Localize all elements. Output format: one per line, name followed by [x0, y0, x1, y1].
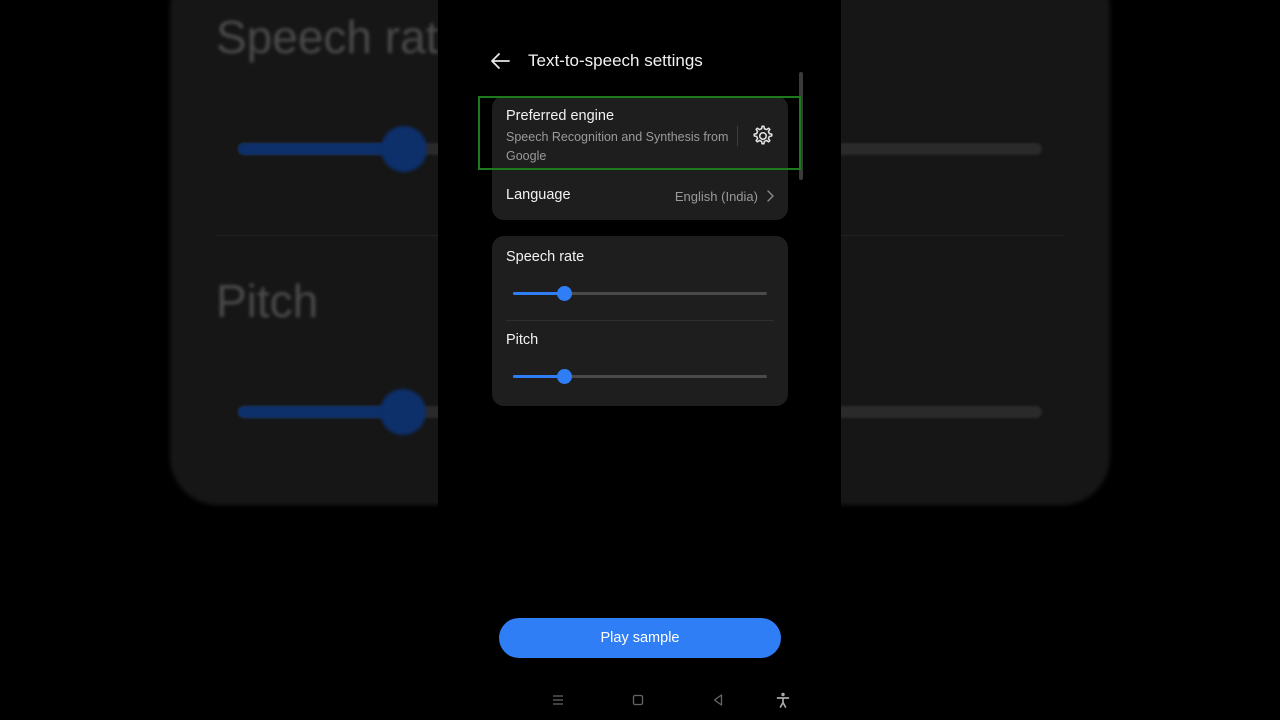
engine-settings-button[interactable]	[750, 123, 776, 149]
scroll-indicator	[799, 72, 803, 180]
arrow-left-icon	[491, 53, 510, 69]
speech-rate-knob[interactable]	[557, 286, 572, 301]
background-speech-rate-title: Speech rat	[216, 11, 439, 63]
home-square-icon	[632, 694, 644, 706]
speech-rate-label: Speech rate	[506, 249, 585, 265]
recent-apps-button[interactable]	[548, 690, 568, 710]
accessibility-icon	[776, 692, 790, 708]
back-triangle-icon	[713, 694, 723, 706]
card-divider	[506, 320, 774, 321]
phone-screen: Text-to-speech settings Preferred engine…	[438, 0, 841, 720]
background-speech-rate-knob	[381, 126, 427, 172]
home-button[interactable]	[628, 690, 648, 710]
preferred-engine-title: Preferred engine	[506, 108, 615, 124]
gear-icon	[753, 125, 773, 145]
header: Text-to-speech settings	[438, 40, 841, 82]
background-pitch-title: Pitch	[216, 275, 319, 327]
pitch-label: Pitch	[506, 332, 539, 348]
background-speech-rate-fill	[238, 143, 404, 155]
preferred-engine-subtitle: Speech Recognition and Synthesis from Go…	[506, 130, 729, 163]
background-pitch-knob	[380, 389, 426, 435]
chevron-right-icon	[767, 190, 774, 202]
back-nav-button[interactable]	[708, 690, 728, 710]
sliders-card: Speech rate Pitch	[492, 236, 788, 406]
menu-icon	[553, 695, 563, 705]
language-row[interactable]: Language English (India)	[492, 178, 788, 214]
vertical-separator	[737, 126, 738, 146]
pitch-slider[interactable]	[513, 369, 767, 385]
background-pitch-fill	[238, 406, 402, 418]
play-sample-button[interactable]: Play sample	[499, 618, 781, 658]
system-navigation-bar	[438, 688, 841, 712]
speech-rate-slider[interactable]	[513, 286, 767, 302]
engine-language-card: Preferred engine Speech Recognition and …	[492, 96, 788, 220]
language-label: Language	[506, 187, 571, 203]
pitch-knob[interactable]	[557, 369, 572, 384]
page-title: Text-to-speech settings	[528, 51, 703, 70]
back-button[interactable]	[488, 48, 514, 74]
preferred-engine-row[interactable]: Preferred engine Speech Recognition and …	[492, 96, 788, 172]
accessibility-button[interactable]	[773, 690, 793, 710]
language-value: English (India)	[674, 189, 758, 204]
